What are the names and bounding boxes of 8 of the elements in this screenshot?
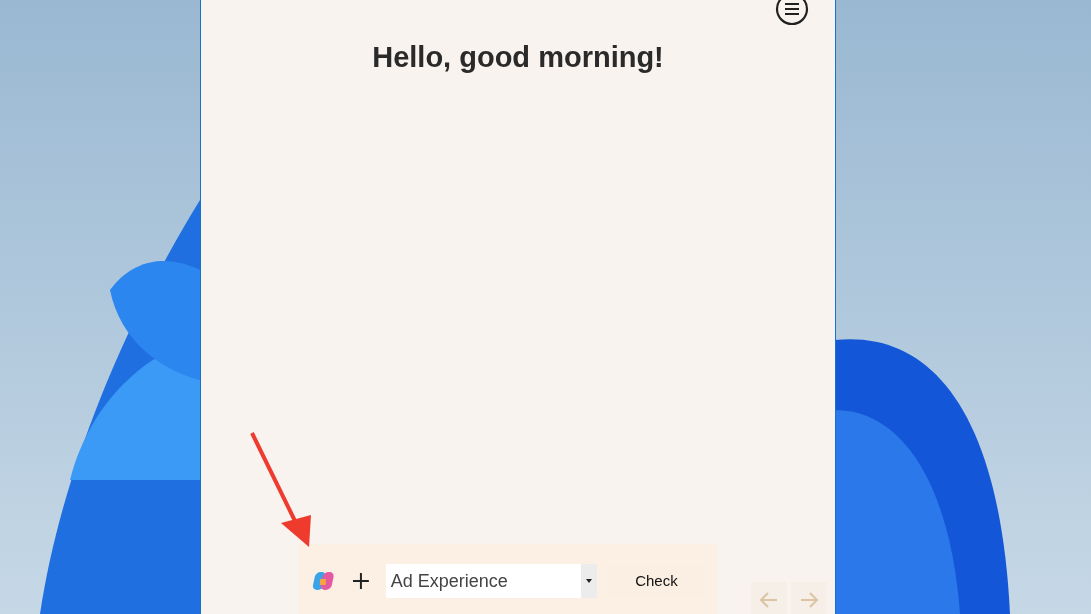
- menu-icon[interactable]: [775, 0, 809, 26]
- left-arrow-icon: [759, 590, 779, 610]
- plus-icon[interactable]: [351, 572, 370, 590]
- caret-icon: [585, 579, 592, 583]
- right-arrow-icon: [799, 590, 819, 610]
- colorful-logo-icon[interactable]: [312, 571, 334, 591]
- dropdown[interactable]: Ad Experience: [385, 564, 597, 598]
- greeting-heading: Hello, good morning!: [372, 40, 664, 75]
